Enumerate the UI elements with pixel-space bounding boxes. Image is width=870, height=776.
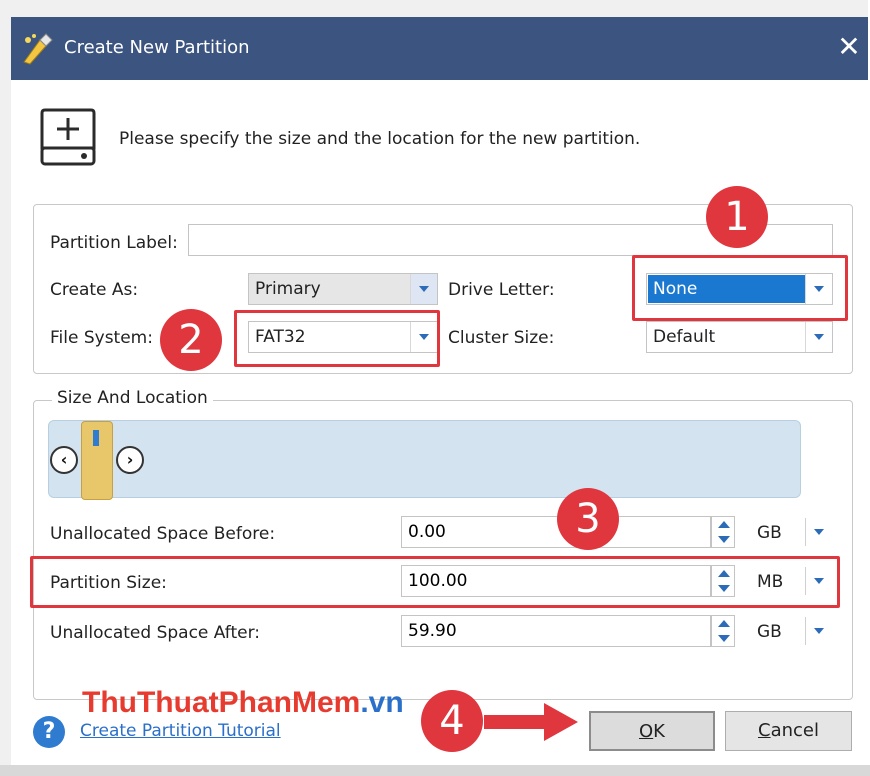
unallocated-after-unit: GB	[757, 622, 782, 642]
unallocated-after-label: Unallocated Space After:	[50, 623, 261, 643]
cluster-size-label: Cluster Size:	[448, 328, 555, 348]
close-button[interactable]: ✕	[832, 30, 866, 64]
unallocated-after-input[interactable]	[401, 615, 711, 647]
create-as-dropdown[interactable]: Primary	[248, 273, 438, 305]
ok-button[interactable]: OK	[589, 711, 715, 751]
chevron-down-icon[interactable]	[806, 516, 832, 548]
watermark: ThuThuatPhanMem.vn	[82, 686, 404, 720]
cancel-access-key: C	[758, 720, 771, 741]
unallocated-before-input[interactable]	[401, 516, 711, 548]
unallocated-after-spinner[interactable]	[711, 615, 735, 647]
cluster-size-value: Default	[653, 327, 716, 347]
file-system-label: File System:	[50, 328, 153, 348]
ok-access-key: O	[639, 721, 654, 742]
ok-label-rest: K	[653, 721, 665, 742]
new-drive-icon	[40, 108, 96, 166]
drive-letter-label: Drive Letter:	[448, 280, 555, 300]
size-location-title: Size And Location	[52, 388, 213, 408]
annotation-box-drive-letter	[632, 255, 848, 321]
annotation-box-file-system	[234, 310, 440, 367]
move-left-button[interactable]: ‹	[50, 446, 78, 474]
background-window-strip	[0, 765, 870, 776]
window-title: Create New Partition	[64, 37, 250, 58]
annotation-badge-3: 3	[557, 488, 619, 550]
watermark-main: ThuThuatPhanMem	[82, 686, 361, 719]
chevron-down-icon[interactable]	[806, 615, 832, 647]
annotation-badge-1: 1	[706, 186, 768, 248]
create-partition-tutorial-link[interactable]: Create Partition Tutorial	[80, 721, 281, 741]
unallocated-before-unit: GB	[757, 523, 782, 543]
annotation-badge-4: 4	[421, 690, 483, 752]
cluster-size-dropdown[interactable]: Default	[646, 321, 833, 353]
annotation-badge-2: 2	[160, 309, 222, 371]
partition-map-bar[interactable]	[48, 420, 801, 498]
annotation-arrow-icon	[484, 703, 578, 741]
create-as-value: Primary	[255, 279, 321, 299]
unallocated-before-spinner[interactable]	[711, 516, 735, 548]
create-as-label: Create As:	[50, 280, 139, 300]
cancel-label-rest: ancel	[770, 720, 819, 741]
partition-wizard-icon	[23, 33, 53, 65]
watermark-tail: .vn	[360, 686, 404, 719]
unallocated-before-label: Unallocated Space Before:	[50, 524, 276, 544]
move-right-button[interactable]: ›	[116, 446, 144, 474]
cancel-button[interactable]: Cancel	[725, 711, 852, 751]
annotation-box-partition-size	[30, 556, 840, 608]
chevron-down-icon[interactable]	[410, 274, 437, 304]
intro-text: Please specify the size and the location…	[119, 129, 641, 149]
partition-label-label: Partition Label:	[50, 233, 178, 253]
help-icon[interactable]: ?	[33, 716, 65, 748]
chevron-down-icon[interactable]	[805, 322, 832, 352]
partition-drag-handle[interactable]	[93, 430, 99, 446]
